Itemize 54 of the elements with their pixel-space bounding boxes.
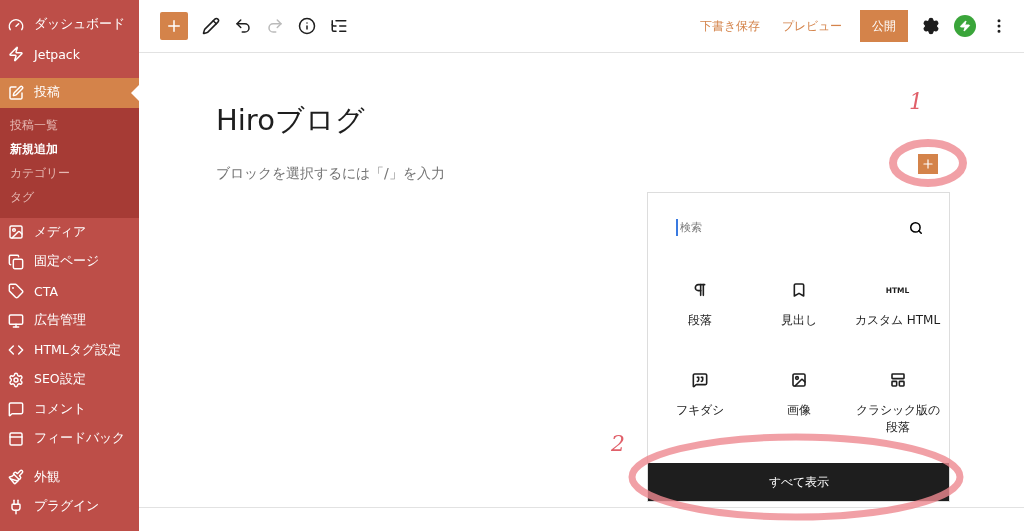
image-icon <box>790 372 807 388</box>
menu-item[interactable]: コメント <box>0 394 139 424</box>
submenu-item[interactable]: カテゴリー <box>0 161 139 186</box>
plus-icon <box>921 157 935 171</box>
brush-icon <box>8 469 24 486</box>
menu-item[interactable]: 外観 <box>0 462 139 492</box>
search-icon <box>909 220 923 235</box>
menu-item[interactable]: 投稿 <box>0 78 139 108</box>
save-draft-button[interactable]: 下書き保存 <box>696 17 764 35</box>
menu-item[interactable]: 広告管理 <box>0 306 139 336</box>
menu-item[interactable]: メディア <box>0 217 139 247</box>
block-option[interactable]: フキダシ <box>650 366 749 436</box>
menu-item[interactable]: HTMLタグ設定 <box>0 335 139 365</box>
menu-item[interactable]: ダッシュボード <box>0 10 139 40</box>
info-icon[interactable] <box>298 17 316 35</box>
pen-square-icon <box>8 84 24 101</box>
speech-bubble-icon <box>691 372 708 388</box>
gear-icon <box>8 371 24 388</box>
pages-icon <box>8 253 24 270</box>
block-option[interactable]: 見出し <box>749 276 848 346</box>
post-title[interactable]: Hiroブログ <box>216 101 365 141</box>
submenu-item[interactable]: 投稿一覧 <box>0 113 139 138</box>
menu-item[interactable]: SEO設定 <box>0 365 139 395</box>
plug-icon <box>8 498 24 515</box>
submenu-item[interactable]: タグ <box>0 185 139 210</box>
bolt-icon <box>8 46 24 63</box>
block-option[interactable]: 段落 <box>650 276 749 346</box>
show-all-button[interactable]: すべて表示 <box>648 463 949 501</box>
settings-icon[interactable] <box>922 17 940 35</box>
block-placeholder[interactable]: ブロックを選択するには「/」を入力 <box>216 165 445 183</box>
annotation-number: 2 <box>611 431 625 456</box>
undo-icon[interactable] <box>234 17 252 35</box>
block-option[interactable]: 画像 <box>749 366 848 436</box>
tag-icon <box>8 283 24 300</box>
menu-item[interactable]: CTA <box>0 276 139 306</box>
monitor-icon <box>8 312 24 329</box>
gauge-icon <box>8 16 24 33</box>
bolt-icon[interactable] <box>954 15 976 37</box>
pencil-icon[interactable] <box>202 17 220 35</box>
menu-item[interactable]: Jetpack <box>0 39 139 69</box>
menu-item[interactable]: プラグイン <box>0 492 139 522</box>
menu-item[interactable]: フィードバック <box>0 424 139 454</box>
list-icon[interactable] <box>330 17 348 35</box>
layout-icon <box>889 372 906 388</box>
image-icon <box>8 224 24 241</box>
annotation-number: 1 <box>909 89 923 114</box>
preview-button[interactable]: プレビュー <box>778 17 846 35</box>
block-option[interactable]: クラシック版の段落 <box>848 366 947 436</box>
speech-bubble-icon <box>8 401 24 418</box>
plus-icon <box>165 17 183 35</box>
publish-button[interactable]: 公開 <box>860 10 908 42</box>
menu-item[interactable]: 固定ページ <box>0 247 139 277</box>
submenu-item[interactable]: 新規追加 <box>0 137 139 162</box>
panel-icon <box>8 430 24 447</box>
